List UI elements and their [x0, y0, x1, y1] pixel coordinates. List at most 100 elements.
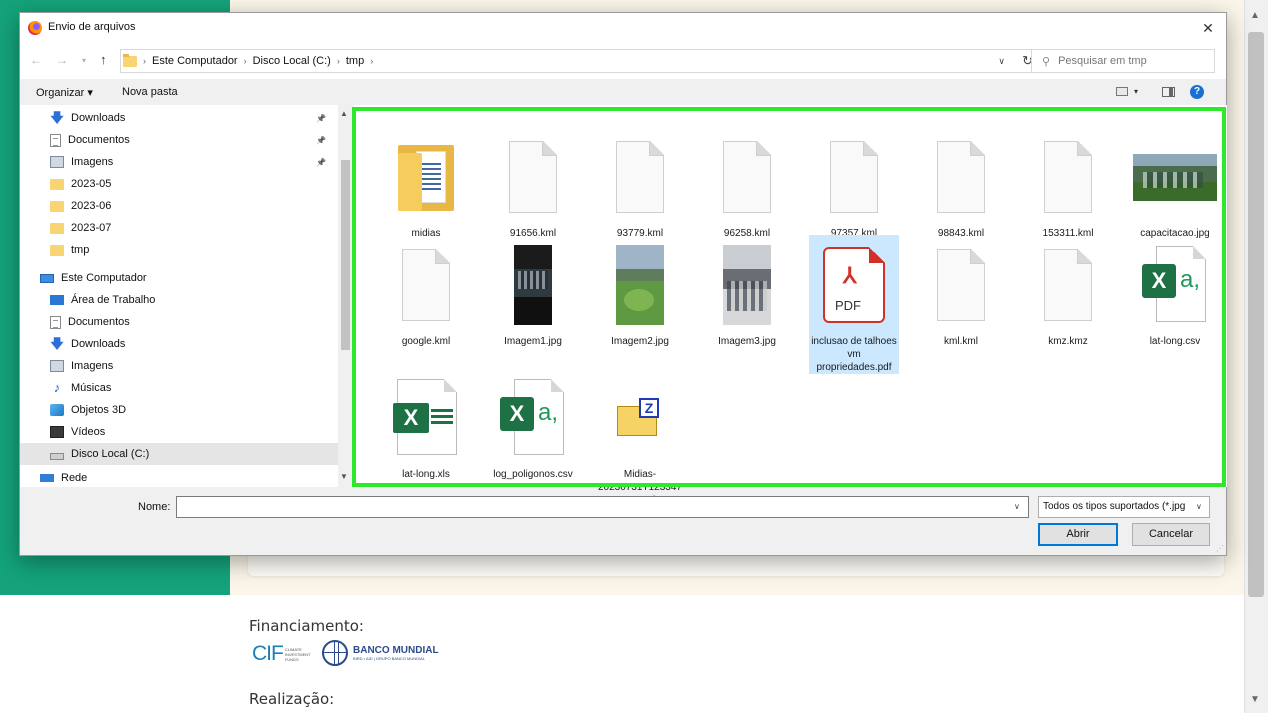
zip-badge: Z [639, 398, 659, 418]
search-placeholder: Pesquisar em tmp [1058, 55, 1147, 67]
file-item[interactable]: capacitacao.jpg [1130, 127, 1220, 240]
forward-arrow-icon[interactable]: → [56, 53, 68, 67]
world-bank-globe-icon [322, 640, 348, 666]
cancel-button[interactable]: Cancelar [1132, 523, 1210, 546]
pin-icon[interactable]: 📌 [316, 114, 326, 123]
sidebar-item-label: tmp [71, 244, 90, 256]
sidebar-item[interactable]: tmp [20, 239, 338, 261]
page-scroll-up-icon[interactable]: ▲ [1250, 10, 1260, 21]
sidebar-item[interactable]: 🡇 Downloads 📌 [20, 107, 338, 129]
back-arrow-icon[interactable]: ← [30, 53, 42, 67]
sidebar-item[interactable]: Documentos [20, 311, 338, 333]
sidebar-item[interactable]: ♪ Músicas [20, 377, 338, 399]
file-item[interactable]: Xlat-long.xls [381, 368, 471, 481]
open-button[interactable]: Abrir [1038, 523, 1118, 546]
file-name: Imagem1.jpg [504, 336, 562, 347]
breadcrumb-item[interactable]: tmp [346, 55, 364, 67]
cif-logo: CIF CLIMATE INVESTMENT FUNDS [252, 641, 313, 667]
sidebar-item[interactable]: Documentos 📌 [20, 129, 338, 151]
filename-chevron-down-icon[interactable]: ∨ [1014, 502, 1020, 511]
excel-icon: X [393, 379, 459, 457]
sidebar-item[interactable]: 2023-07 [20, 217, 338, 239]
file-thumbnail [809, 127, 899, 227]
pin-icon[interactable]: 📌 [316, 158, 326, 167]
sidebar-item[interactable]: Disco Local (C:) [20, 443, 338, 465]
filetype-select[interactable]: Todos os tipos suportados (*.jpg [1038, 496, 1210, 518]
network-icon [40, 474, 54, 482]
sidebar-item[interactable]: Imagens 📌 [20, 151, 338, 173]
file-item[interactable]: google.kml [381, 235, 471, 348]
resize-grip-icon[interactable]: ⋰ [1216, 544, 1224, 553]
file-thumbnail [1023, 235, 1113, 335]
file-item[interactable]: kmz.kmz [1023, 235, 1113, 348]
close-icon[interactable]: ✕ [1198, 18, 1218, 38]
breadcrumb-separator-icon[interactable]: › [370, 56, 373, 66]
sidebar-item[interactable]: Objetos 3D [20, 399, 338, 421]
sidebar-item[interactable]: Área de Trabalho [20, 289, 338, 311]
file-item[interactable]: midias [381, 127, 471, 240]
sidebar-item[interactable]: Vídeos [20, 421, 338, 443]
file-thumbnail [488, 127, 578, 227]
file-name: lat-long.xls [402, 469, 450, 480]
file-item[interactable]: Imagem3.jpg [702, 235, 792, 348]
filetype-chevron-down-icon[interactable]: ∨ [1196, 502, 1202, 511]
view-options-icon[interactable] [1116, 87, 1128, 96]
file-item[interactable]: 91656.kml [488, 127, 578, 240]
excel-badge: X [500, 397, 534, 431]
file-item[interactable]: kml.kml [916, 235, 1006, 348]
breadcrumb-item[interactable]: Este Computador [152, 55, 238, 67]
pin-icon[interactable]: 📌 [316, 136, 326, 145]
file-item[interactable]: ⅄ PDF inclusao de talhoes vm propriedades.… [809, 235, 899, 374]
breadcrumb-separator-icon: › [143, 56, 146, 66]
file-item[interactable]: 97357.kml [809, 127, 899, 240]
view-options-chevron-icon[interactable]: ▾ [1134, 87, 1138, 96]
file-item[interactable]: Xa, lat-long.csv [1130, 235, 1220, 348]
chevron-down-icon[interactable]: ∨ [998, 56, 1005, 67]
file-name: log_poligonos.csv [493, 469, 573, 480]
file-item[interactable]: Imagem1.jpg [488, 235, 578, 348]
filename-label: Nome: [138, 501, 171, 513]
document-icon [1044, 249, 1092, 321]
navigation-scroll-down-icon[interactable]: ▼ [340, 472, 348, 481]
organize-button[interactable]: Organizar ▾ [36, 86, 93, 99]
filename-input[interactable] [176, 496, 1029, 518]
dialog-toolbar: Organizar ▾ Nova pasta ▾ ? [20, 79, 1226, 105]
address-bar[interactable]: › Este Computador › Disco Local (C:) › t… [120, 49, 1046, 73]
sidebar-item[interactable]: 🡇 Downloads [20, 333, 338, 355]
file-item[interactable]: ZMidias-20230731T123347Z-001.zip [595, 368, 685, 507]
file-item[interactable]: Imagem2.jpg [595, 235, 685, 348]
file-item[interactable]: 96258.kml [702, 127, 792, 240]
file-item[interactable]: 93779.kml [595, 127, 685, 240]
preview-pane-icon[interactable] [1162, 87, 1175, 97]
sidebar-item[interactable]: 2023-05 [20, 173, 338, 195]
recent-locations-chevron-icon[interactable]: ▾ [82, 56, 86, 65]
file-item[interactable]: Xa, log_poligonos.csv [488, 368, 578, 481]
document-icon [830, 141, 878, 213]
file-name: lat-long.csv [1149, 336, 1201, 347]
navigation-scroll-up-icon[interactable]: ▲ [340, 109, 348, 118]
folder-icon [50, 200, 64, 212]
sidebar-item[interactable]: Imagens [20, 355, 338, 377]
address-row: ← → ▾ ↑ › Este Computador › Disco Local … [20, 43, 1226, 79]
image-thumbnail [723, 245, 771, 325]
world-bank-logo: BANCO MUNDIAL BIRD • AID | GRUPO BANCO M… [322, 640, 439, 666]
excel-suffix: a, [1180, 266, 1201, 293]
sidebar-item-label: Documentos [68, 134, 130, 146]
help-icon[interactable]: ? [1190, 85, 1204, 99]
sidebar-item[interactable]: 2023-06 [20, 195, 338, 217]
sidebar-item[interactable]: Este Computador [20, 267, 338, 289]
search-input[interactable]: ⚲ Pesquisar em tmp [1031, 49, 1215, 73]
breadcrumb-item[interactable]: Disco Local (C:) [253, 55, 331, 67]
zip-icon: Z [617, 398, 663, 438]
sidebar-item[interactable]: Rede [20, 467, 338, 487]
new-folder-button[interactable]: Nova pasta [122, 86, 178, 98]
up-arrow-icon[interactable]: ↑ [100, 52, 107, 67]
document-icon [1044, 141, 1092, 213]
financing-title: Financiamento: [249, 617, 364, 635]
navigation-scrollbar-thumb[interactable] [341, 160, 350, 350]
file-thumbnail [488, 235, 578, 335]
page-scrollbar-thumb[interactable] [1248, 32, 1264, 597]
file-item[interactable]: 153311.kml [1023, 127, 1113, 240]
page-scroll-down-icon[interactable]: ▼ [1250, 694, 1260, 705]
file-item[interactable]: 98843.kml [916, 127, 1006, 240]
